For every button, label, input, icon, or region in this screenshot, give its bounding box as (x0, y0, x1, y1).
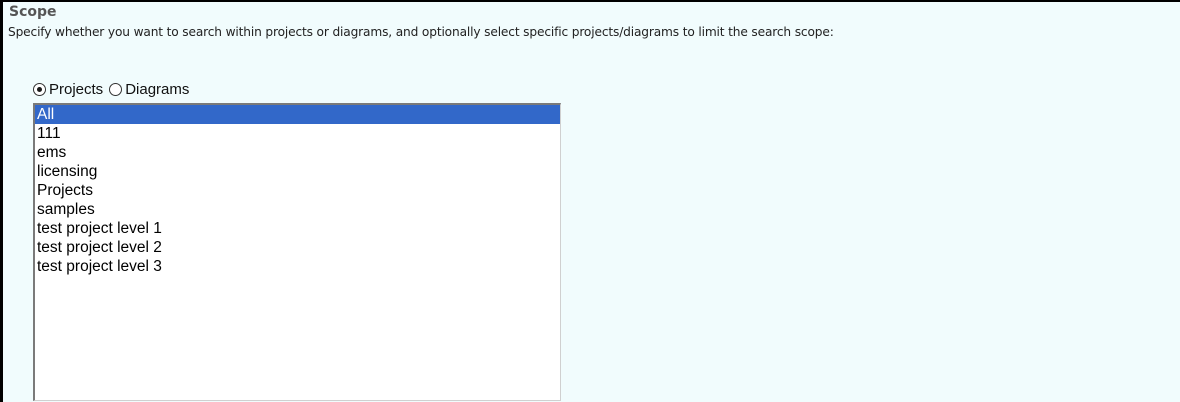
radio-projects-label: Projects (49, 80, 104, 98)
radio-checked-icon[interactable] (33, 82, 46, 96)
section-title: Scope (9, 4, 57, 20)
scope-radio-group: Projects Diagrams (33, 79, 195, 99)
radio-diagrams-label: Diagrams (125, 80, 190, 98)
list-item-111[interactable]: 111 (35, 124, 560, 143)
project-listbox[interactable]: All 111 ems licensing Projects samples t… (33, 103, 561, 401)
radio-projects[interactable]: Projects (33, 81, 103, 98)
list-item-test-project-level-3[interactable]: test project level 3 (35, 257, 560, 276)
list-item-ems[interactable]: ems (35, 143, 560, 162)
list-item-licensing[interactable]: licensing (35, 162, 560, 181)
scope-panel: Scope Specify whether you want to search… (0, 0, 1180, 402)
list-item-samples[interactable]: samples (35, 200, 560, 219)
list-item-projects[interactable]: Projects (35, 181, 560, 200)
scope-description: Specify whether you want to search withi… (8, 25, 834, 39)
list-item-all[interactable]: All (35, 105, 560, 124)
radio-unchecked-icon[interactable] (109, 82, 123, 96)
radio-diagrams[interactable]: Diagrams (109, 81, 189, 98)
list-item-test-project-level-2[interactable]: test project level 2 (35, 238, 560, 257)
list-item-test-project-level-1[interactable]: test project level 1 (35, 219, 560, 238)
